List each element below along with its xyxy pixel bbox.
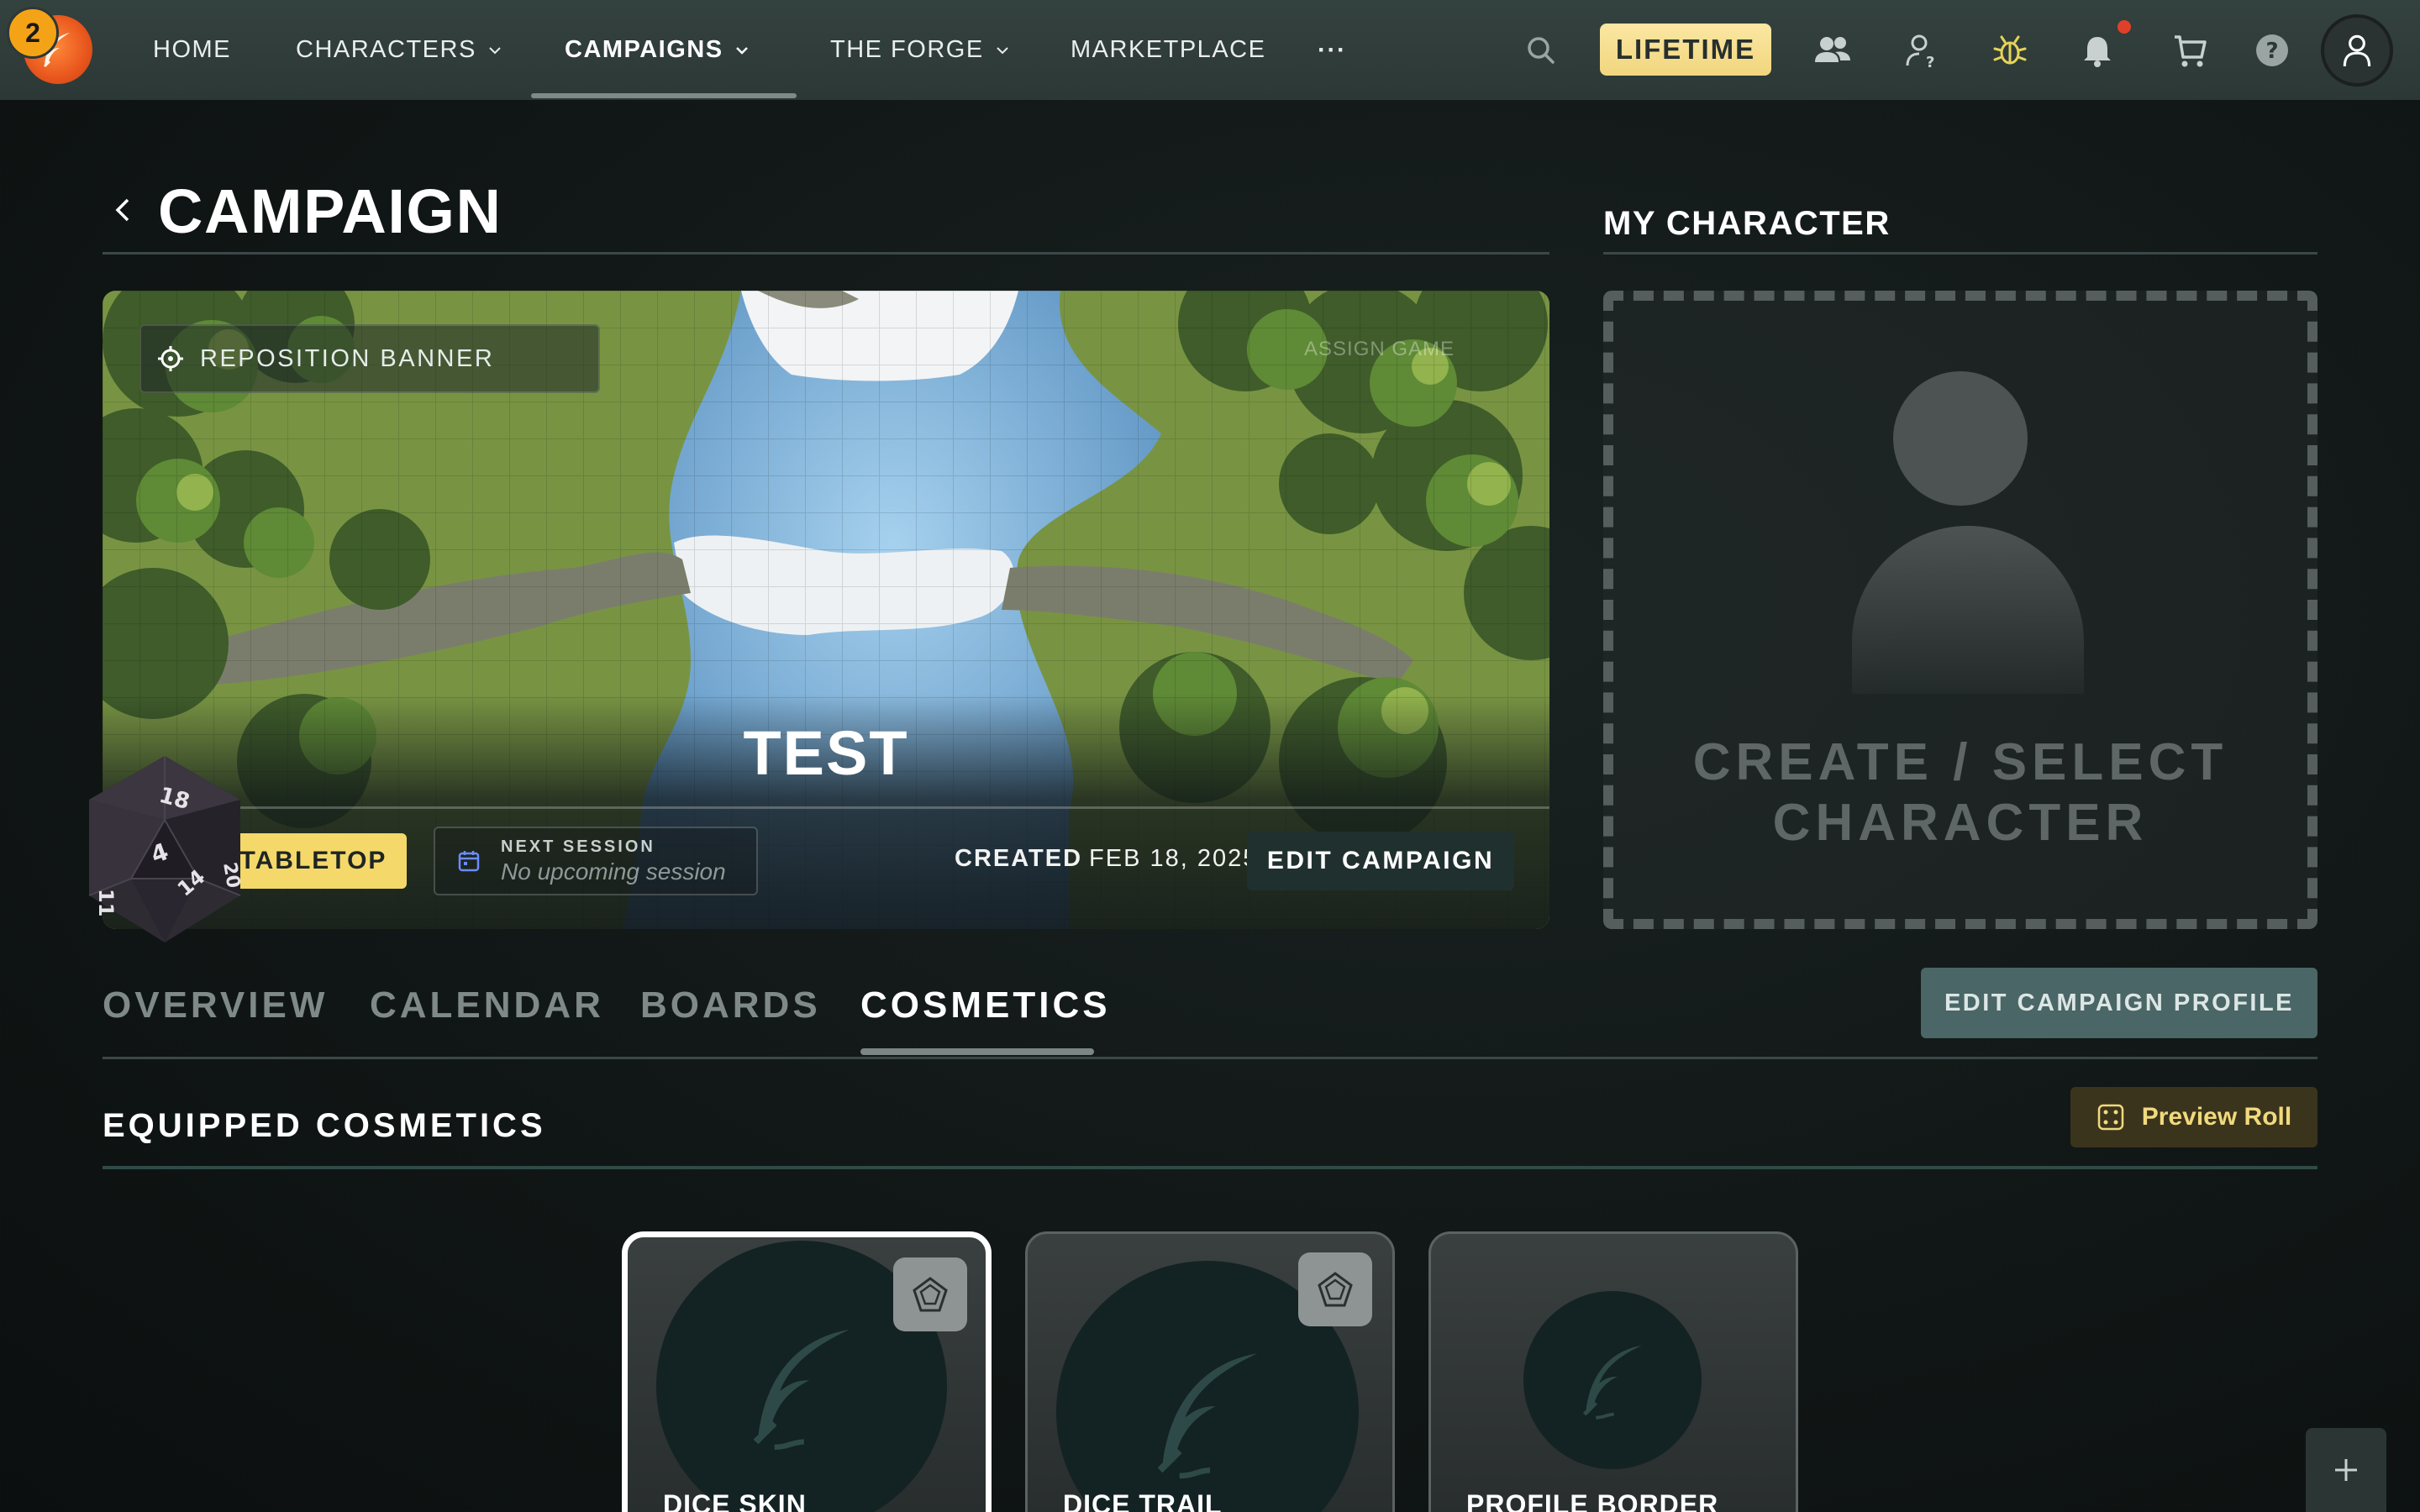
nav-campaigns[interactable]: CAMPAIGNS	[565, 0, 750, 100]
cosmetic-card-dice-trail[interactable]: DICE TRAIL	[1025, 1231, 1395, 1512]
nav-the-forge[interactable]: THE FORGE	[830, 0, 1011, 100]
tabs-divider	[103, 1057, 2317, 1059]
crosshair-icon	[158, 346, 183, 371]
cosmetic-thumbnail	[1523, 1291, 1702, 1469]
created-date: CREATED FEB 18, 2025	[955, 845, 1258, 873]
cosmetic-card-label: PROFILE BORDER	[1466, 1489, 1719, 1512]
bell-icon	[2084, 37, 2111, 67]
cosmetic-card-dice-skin[interactable]: DICE SKIN	[622, 1231, 992, 1512]
lifetime-badge[interactable]: LIFETIME	[1600, 24, 1771, 76]
back-chevron-icon[interactable]	[108, 195, 138, 225]
nav-home-label: HOME	[153, 36, 231, 63]
create-select-character-label: CREATE / SELECT CHARACTER	[1613, 732, 2307, 853]
banner-divider	[103, 806, 1549, 809]
edit-campaign-profile-button[interactable]: EDIT CAMPAIGN PROFILE	[1921, 968, 2317, 1038]
equipped-cosmetics-divider	[103, 1166, 2317, 1169]
cart-icon	[2175, 35, 2207, 67]
bug-report-button[interactable]	[1991, 32, 2028, 69]
nav-active-indicator	[531, 93, 797, 98]
nav-the-forge-label: THE FORGE	[830, 36, 984, 63]
next-session-label: NEXT SESSION	[501, 837, 655, 856]
notification-badge: 2	[7, 7, 59, 59]
create-select-line-2: CHARACTER	[1772, 794, 2149, 852]
svg-text:?: ?	[1926, 54, 1934, 69]
chevron-down-icon	[735, 46, 748, 55]
search-icon	[1528, 37, 1555, 64]
campaign-banner: REPOSITION BANNER ASSIGN GAME TEST TABLE…	[103, 291, 1549, 929]
dice-icon	[2097, 1104, 2124, 1131]
nav-characters[interactable]: CHARACTERS	[296, 0, 503, 100]
page-title: CAMPAIGN	[158, 176, 502, 246]
equipped-cosmetics-title: EQUIPPED COSMETICS	[103, 1107, 546, 1144]
preview-roll-label: Preview Roll	[2141, 1103, 2292, 1131]
character-placeholder-body	[1852, 526, 2084, 694]
my-character-title: MY CHARACTER	[1603, 205, 1891, 242]
tab-active-indicator	[860, 1048, 1094, 1055]
cosmetic-card-label: DICE SKIN	[663, 1489, 807, 1512]
create-select-character-card[interactable]: CREATE / SELECT CHARACTER	[1603, 291, 2317, 929]
help-user-button[interactable]: ?	[1904, 32, 1941, 71]
help-button[interactable]: ?	[2254, 32, 2291, 69]
reposition-banner-button[interactable]: REPOSITION BANNER	[139, 324, 600, 393]
dice-face-11: 11	[94, 889, 118, 916]
tab-cosmetics[interactable]: COSMETICS	[860, 984, 1111, 1026]
search-button[interactable]	[1523, 32, 1560, 69]
bug-icon	[1993, 35, 2027, 65]
gem-icon	[913, 1277, 948, 1312]
edit-campaign-button[interactable]: EDIT CAMPAIGN	[1247, 832, 1514, 890]
created-label: CREATED	[955, 845, 1083, 872]
help-user-icon: ?	[1906, 34, 1934, 71]
top-nav: 2 HOME CHARACTERS CAMPAIGNS THE FORGE MA…	[0, 0, 2420, 100]
more-icon: ···	[1318, 35, 1347, 64]
character-placeholder-head	[1893, 371, 2028, 506]
nav-more-button[interactable]: ···	[1318, 0, 1346, 100]
nav-marketplace-label: MARKETPLACE	[1071, 36, 1266, 63]
account-icon	[2343, 34, 2371, 66]
my-character-divider	[1603, 252, 2317, 255]
next-session-box[interactable]: NEXT SESSION No upcoming session	[434, 827, 758, 895]
tab-boards[interactable]: BOARDS	[640, 984, 821, 1026]
nav-campaigns-label: CAMPAIGNS	[565, 36, 723, 63]
feather-icon	[1157, 1353, 1258, 1479]
notification-dot	[2118, 20, 2131, 34]
tab-overview[interactable]: OVERVIEW	[103, 984, 328, 1026]
feather-icon	[1583, 1346, 1643, 1420]
reposition-banner-label: REPOSITION BANNER	[200, 344, 495, 372]
preview-roll-button[interactable]: Preview Roll	[2070, 1087, 2317, 1147]
created-value: FEB 18, 2025	[1089, 845, 1259, 872]
cosmetic-card-label: DICE TRAIL	[1063, 1489, 1223, 1512]
notifications-button[interactable]	[2079, 32, 2116, 69]
gem-button[interactable]	[1298, 1252, 1372, 1326]
gem-icon	[1318, 1272, 1353, 1307]
campaign-name: TEST	[743, 718, 909, 788]
feather-icon	[754, 1330, 850, 1451]
friends-icon	[1815, 37, 1850, 62]
create-select-line-1: CREATE / SELECT	[1692, 733, 2228, 791]
nav-characters-label: CHARACTERS	[296, 36, 476, 63]
dice-face-20: 20	[218, 861, 244, 890]
assign-game-button[interactable]: ASSIGN GAME	[1304, 338, 1455, 361]
svg-text:?: ?	[2265, 39, 2278, 64]
chevron-down-icon	[996, 46, 1008, 54]
header-divider	[103, 252, 1549, 255]
tab-calendar[interactable]: CALENDAR	[370, 984, 604, 1026]
plus-icon	[2335, 1459, 2357, 1481]
friends-button[interactable]	[1810, 32, 1855, 69]
nav-home[interactable]: HOME	[153, 0, 231, 100]
next-session-text: NEXT SESSION No upcoming session	[501, 837, 726, 885]
add-button[interactable]	[2306, 1428, 2386, 1512]
account-button[interactable]	[2321, 14, 2393, 87]
gem-button[interactable]	[893, 1257, 967, 1331]
chevron-down-icon	[489, 46, 501, 54]
calendar-icon	[458, 851, 480, 872]
nav-marketplace[interactable]: MARKETPLACE	[1071, 0, 1265, 100]
cosmetic-card-profile-border[interactable]: PROFILE BORDER	[1428, 1231, 1798, 1512]
d20-dice-icon[interactable]: 18 20 4 14 11	[81, 753, 249, 946]
question-icon: ?	[2256, 34, 2288, 66]
next-session-value: No upcoming session	[501, 858, 726, 885]
cart-button[interactable]	[2171, 32, 2208, 69]
